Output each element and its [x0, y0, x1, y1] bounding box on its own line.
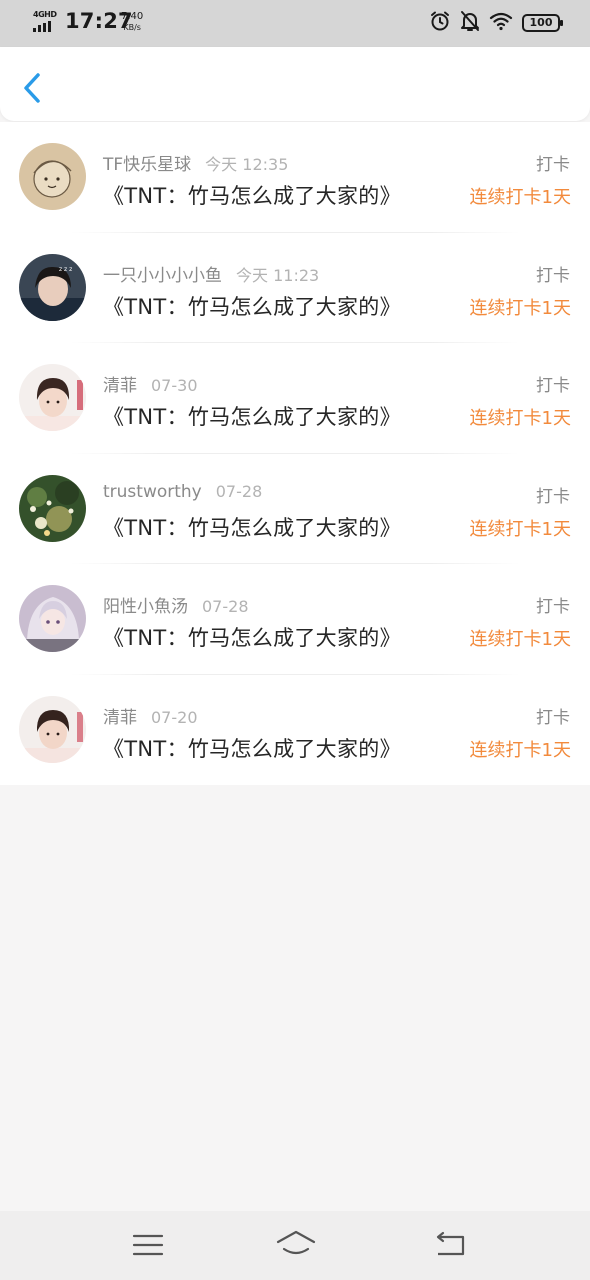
network-speed: 7.40 KB/s [121, 11, 143, 33]
entry-type-label: 打卡 [536, 376, 570, 396]
chevron-left-icon [24, 73, 40, 103]
list-item[interactable]: 阳性小魚汤 07-28 《TNT：竹马怎么成了大家的》 打卡 连续打卡1天 [0, 564, 590, 675]
home-button[interactable] [275, 1227, 317, 1263]
timestamp: 今天 12:35 [205, 155, 289, 174]
streak-label: 连续打卡1天 [469, 739, 571, 761]
speed-value: 7.40 [121, 11, 144, 22]
username[interactable]: 阳性小魚汤 [103, 597, 188, 617]
username[interactable]: 一只小小小小鱼 [103, 266, 222, 286]
timestamp: 07-28 [215, 481, 263, 501]
avatar[interactable]: z z z [19, 253, 86, 321]
entry-meta: 清菲 07-30 [103, 371, 198, 396]
timestamp: 今天 11:23 [236, 265, 320, 285]
signal-icon [33, 21, 51, 32]
network-indicator: 4GHD [33, 10, 59, 32]
list-item[interactable]: z z z 一只小小小小鱼 今天 11:23 《TNT：竹马怎么成了大家的》 打卡… [0, 233, 590, 343]
timestamp: 07-20 [151, 707, 198, 727]
streak-label: 连续打卡1天 [469, 408, 571, 429]
menu-icon [132, 1234, 164, 1256]
list-item[interactable]: 清菲 07-30 《TNT：竹马怎么成了大家的》 打卡 连续打卡1天 [0, 343, 590, 454]
entry-meta: 一只小小小小鱼 今天 11:23 [103, 261, 319, 286]
back-nav-button[interactable] [430, 1227, 470, 1263]
checkin-list: TF快乐星球 今天 12:35 《TNT：竹马怎么成了大家的》 打卡 连续打卡1天… [0, 122, 590, 785]
entry-meta: trustworthy 07-28 [103, 482, 262, 502]
book-title[interactable]: 《TNT：竹马怎么成了大家的》 [103, 512, 401, 542]
bell-off-icon [460, 10, 480, 36]
speed-unit: KB/s [123, 23, 141, 32]
system-nav-bar [0, 1211, 590, 1280]
header-bar [0, 47, 590, 121]
avatar[interactable] [19, 585, 86, 652]
list-item[interactable]: trustworthy 07-28 《TNT：竹马怎么成了大家的》 打卡 连续打卡… [0, 454, 590, 564]
streak-label: 连续打卡1天 [469, 518, 571, 540]
entry-type-label: 打卡 [536, 707, 570, 728]
username[interactable]: trustworthy [103, 482, 202, 502]
book-title[interactable]: 《TNT：竹马怎么成了大家的》 [103, 733, 401, 763]
streak-label: 连续打卡1天 [469, 187, 571, 208]
alarm-icon [429, 10, 451, 36]
username[interactable]: 清菲 [103, 376, 137, 396]
entry-meta: 清菲 07-20 [103, 703, 198, 728]
back-icon [436, 1231, 465, 1256]
book-title[interactable]: 《TNT：竹马怎么成了大家的》 [103, 180, 401, 210]
book-title[interactable]: 《TNT：竹马怎么成了大家的》 [103, 401, 401, 431]
battery-icon: 100 [522, 14, 563, 32]
back-button[interactable] [14, 67, 50, 107]
avatar[interactable] [19, 364, 86, 431]
entry-type-label: 打卡 [536, 155, 570, 175]
username[interactable]: TF快乐星球 [103, 155, 191, 175]
home-icon [276, 1230, 316, 1255]
menu-button[interactable] [128, 1227, 168, 1263]
list-item[interactable]: TF快乐星球 今天 12:35 《TNT：竹马怎么成了大家的》 打卡 连续打卡1天 [0, 122, 590, 233]
entry-type-label: 打卡 [536, 597, 570, 617]
entry-meta: TF快乐星球 今天 12:35 [103, 150, 288, 175]
avatar[interactable] [19, 143, 86, 210]
list-item[interactable]: 清菲 07-20 《TNT：竹马怎么成了大家的》 打卡 连续打卡1天 [0, 675, 590, 786]
book-title[interactable]: 《TNT：竹马怎么成了大家的》 [103, 291, 401, 321]
streak-label: 连续打卡1天 [469, 629, 571, 650]
timestamp: 07-30 [151, 376, 198, 395]
avatar[interactable] [19, 695, 86, 763]
book-title[interactable]: 《TNT：竹马怎么成了大家的》 [103, 622, 401, 652]
svg-text:z z z: z z z [59, 266, 72, 273]
wifi-icon [489, 11, 513, 35]
network-type: 4GHD [33, 10, 57, 19]
timestamp: 07-28 [202, 597, 249, 616]
avatar[interactable] [19, 474, 86, 542]
status-bar: 4GHD 17:27 7.40 KB/s 100 [0, 0, 590, 47]
streak-label: 连续打卡1天 [469, 297, 571, 319]
entry-meta: 阳性小魚汤 07-28 [103, 592, 249, 617]
username[interactable]: 清菲 [103, 708, 137, 728]
entry-type-label: 打卡 [536, 265, 570, 286]
entry-type-label: 打卡 [536, 486, 570, 507]
